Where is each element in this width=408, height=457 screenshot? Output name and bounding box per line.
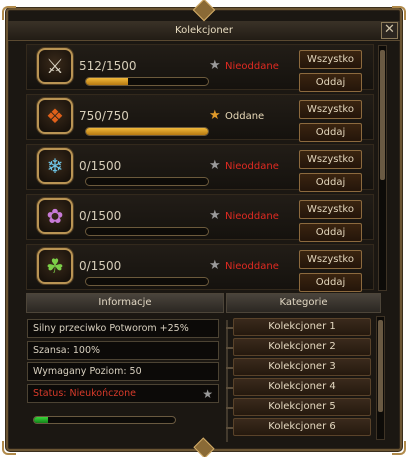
- collection-row: ❄ 0/1500 ★ Nieoddane Wszystko Oddaj: [26, 144, 374, 192]
- collection-row: ⚔ 512/1500 ★ Nieoddane Wszystko Oddaj: [26, 44, 374, 92]
- window-title: Kolekcjoner: [175, 25, 233, 36]
- info-required-level: Wymagany Poziom: 50: [27, 362, 219, 381]
- collection-progress-bar: [85, 127, 209, 136]
- collection-count: 0/1500: [79, 259, 122, 273]
- info-status-text: Status: Nieukończone: [33, 388, 136, 399]
- category-connector: [226, 427, 233, 429]
- submit-button[interactable]: Oddaj: [299, 123, 362, 142]
- collection-row: ❖ 750/750 ★ Oddane Wszystko Oddaj: [26, 94, 374, 142]
- info-chance: Szansa: 100%: [27, 341, 219, 360]
- collection-progress-bar: [85, 227, 209, 236]
- collection-progress-bar: [85, 277, 209, 286]
- category-connector: [226, 387, 233, 389]
- info-bonus-text: Silny przeciwko Potworom +25%: [33, 323, 189, 334]
- close-button[interactable]: ✕: [381, 22, 398, 39]
- collection-status: Nieoddane: [225, 261, 279, 272]
- category-item[interactable]: Kolekcjoner 6: [233, 418, 371, 436]
- categories-panel-header: Kategorie: [226, 293, 381, 313]
- green-herb-icon: ☘: [46, 254, 64, 278]
- category-connector: [226, 367, 233, 369]
- categories-scrollbar[interactable]: [376, 316, 385, 440]
- window-titlebar[interactable]: Kolekcjoner ✕: [8, 21, 400, 41]
- category-item[interactable]: Kolekcjoner 4: [233, 378, 371, 396]
- collection-status: Oddane: [225, 111, 265, 122]
- frame-corner-ornament: [2, 6, 16, 20]
- collection-status: Nieoddane: [225, 211, 279, 222]
- collection-item-frame: ⚔: [37, 48, 73, 84]
- collection-item-frame: ☘: [37, 248, 73, 284]
- collection-item-frame: ❖: [37, 98, 73, 134]
- star-icon: ★: [202, 387, 213, 401]
- star-icon: ★: [209, 158, 221, 173]
- category-item[interactable]: Kolekcjoner 2: [233, 338, 371, 356]
- star-icon: ★: [209, 108, 221, 123]
- category-item[interactable]: Kolekcjoner 3: [233, 358, 371, 376]
- show-all-button[interactable]: Wszystko: [299, 250, 362, 269]
- frame-corner-ornament: [392, 441, 406, 455]
- scrollbar-thumb[interactable]: [380, 50, 385, 180]
- collection-list: ⚔ 512/1500 ★ Nieoddane Wszystko Oddaj ❖ …: [26, 44, 374, 292]
- info-bonus: Silny przeciwko Potworom +25%: [27, 319, 219, 338]
- star-icon: ★: [209, 58, 221, 73]
- fire-crystal-icon: ❖: [46, 104, 64, 128]
- collection-progress-fill: [86, 128, 208, 135]
- collection-count: 0/1500: [79, 209, 122, 223]
- collection-item-frame: ❄: [37, 148, 73, 184]
- collection-row: ☘ 0/1500 ★ Nieoddane Wszystko Oddaj: [26, 244, 374, 292]
- category-connector: [226, 407, 233, 409]
- collection-count: 750/750: [79, 109, 129, 123]
- collection-status: Nieoddane: [225, 161, 279, 172]
- show-all-button[interactable]: Wszystko: [299, 200, 362, 219]
- collection-count: 512/1500: [79, 59, 137, 73]
- star-icon: ★: [209, 258, 221, 273]
- scrollbar-thumb[interactable]: [378, 320, 383, 412]
- close-icon: ✕: [384, 22, 395, 37]
- frame-corner-ornament: [392, 6, 406, 20]
- collection-status: Nieoddane: [225, 61, 279, 72]
- category-connector: [226, 327, 233, 329]
- show-all-button[interactable]: Wszystko: [299, 150, 362, 169]
- submit-button[interactable]: Oddaj: [299, 273, 362, 292]
- collection-progress-fill: [86, 78, 128, 85]
- submit-button[interactable]: Oddaj: [299, 173, 362, 192]
- info-level-text: Wymagany Poziom: 50: [33, 366, 142, 377]
- show-all-button[interactable]: Wszystko: [299, 100, 362, 119]
- collection-progress-bar: [85, 77, 209, 86]
- purple-flower-icon: ✿: [46, 204, 64, 228]
- category-tree-rail: [226, 320, 228, 442]
- blue-crystal-icon: ❄: [46, 154, 64, 178]
- collection-row: ✿ 0/1500 ★ Nieoddane Wszystko Oddaj: [26, 194, 374, 242]
- category-item[interactable]: Kolekcjoner 1: [233, 318, 371, 336]
- category-item[interactable]: Kolekcjoner 5: [233, 398, 371, 416]
- info-chance-text: Szansa: 100%: [33, 345, 101, 356]
- info-progress-fill: [34, 417, 49, 423]
- frame-corner-ornament: [2, 441, 16, 455]
- info-progress-bar: [33, 416, 176, 424]
- collection-progress-bar: [85, 177, 209, 186]
- info-status: Status: Nieukończone ★: [27, 384, 219, 403]
- submit-button[interactable]: Oddaj: [299, 223, 362, 242]
- star-icon: ★: [209, 208, 221, 223]
- category-connector: [226, 347, 233, 349]
- collection-count: 0/1500: [79, 159, 122, 173]
- collection-list-scrollbar[interactable]: [378, 45, 387, 291]
- show-all-button[interactable]: Wszystko: [299, 50, 362, 69]
- sword-bundle-icon: ⚔: [46, 54, 64, 78]
- submit-button[interactable]: Oddaj: [299, 73, 362, 92]
- collection-item-frame: ✿: [37, 198, 73, 234]
- info-panel-header: Informacje: [26, 293, 224, 313]
